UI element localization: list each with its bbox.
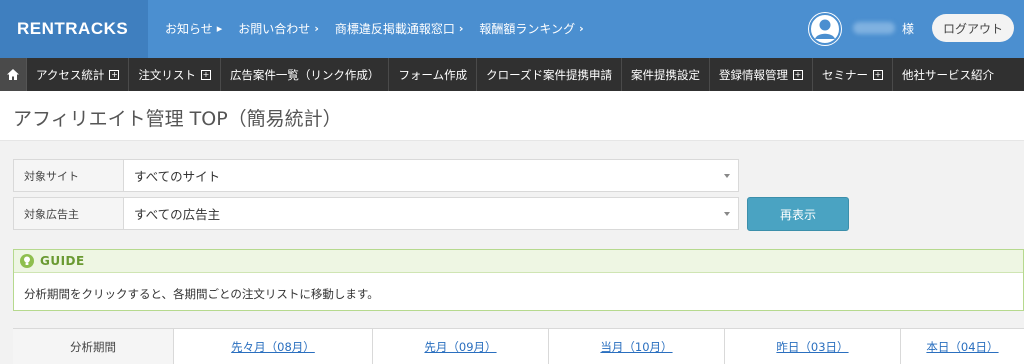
advertiser-select[interactable]: すべての広告主 — [123, 197, 739, 230]
page-title: アフィリエイト管理 TOP（簡易統計） — [13, 108, 342, 130]
period-cell: 昨日（03日） — [725, 329, 901, 364]
logo-area[interactable]: RENTRACKS — [0, 0, 148, 58]
nav-order-list[interactable]: 注文リスト + — [129, 58, 221, 91]
period-link-this-month[interactable]: 当月（10月） — [600, 339, 672, 355]
chevron-right-icon: › — [458, 22, 464, 35]
title-area: アフィリエイト管理 TOP（簡易統計） — [0, 91, 1024, 141]
header-link-contact[interactable]: お問い合わせ › — [238, 20, 319, 37]
filter-site-label: 対象サイト — [13, 159, 123, 192]
nav-access-stats[interactable]: アクセス統計 + — [27, 58, 130, 91]
redisplay-button[interactable]: 再表示 — [747, 197, 849, 231]
user-avatar-icon[interactable] — [808, 12, 842, 46]
chevron-right-icon: › — [579, 22, 584, 35]
site-select[interactable]: すべてのサイト — [123, 159, 739, 192]
logout-button[interactable]: ログアウト — [932, 14, 1014, 42]
nav-registration-info[interactable]: 登録情報管理 + — [710, 58, 814, 91]
period-link-two-months-ago[interactable]: 先々月（08月） — [231, 339, 315, 355]
nav-partnership-settings[interactable]: 案件提携設定 — [622, 58, 711, 91]
period-cell: 当月（10月） — [549, 329, 725, 364]
chevron-right-icon: › — [314, 22, 319, 35]
user-honorific: 様 — [902, 22, 915, 36]
header-link-trademark-report[interactable]: 商標違反掲載通報窓口 › — [335, 20, 464, 37]
user-name-redacted — [853, 22, 895, 34]
main-nav: アクセス統計 + 注文リスト + 広告案件一覧（リンク作成） フォーム作成 クローズ… — [0, 58, 1024, 91]
plus-icon: + — [109, 69, 120, 80]
period-cell: 本日（04日） — [901, 329, 1024, 364]
nav-form-create[interactable]: フォーム作成 — [389, 58, 478, 91]
dropdown-caret-icon — [724, 212, 730, 216]
period-link-today[interactable]: 本日（04日） — [926, 339, 998, 355]
guide-title: GUIDE — [40, 254, 85, 268]
guide-text: 分析期間をクリックすると、各期間ごとの注文リストに移動します。 — [24, 287, 379, 301]
period-link-last-month[interactable]: 先月（09月） — [424, 339, 496, 355]
nav-ad-list[interactable]: 広告案件一覧（リンク作成） — [221, 58, 390, 91]
home-icon[interactable] — [0, 58, 27, 91]
lightbulb-icon — [20, 254, 34, 268]
filter-advertiser-label: 対象広告主 — [13, 197, 123, 230]
nav-closed-apply[interactable]: クローズド案件提携申請 — [477, 58, 623, 91]
top-header: RENTRACKS お知らせ ▸ お問い合わせ › 商標違反掲載通報窓口 › 報… — [0, 0, 1024, 58]
header-link-ranking[interactable]: 報酬額ランキング › — [479, 20, 583, 37]
plus-icon: + — [873, 69, 884, 80]
guide-header: GUIDE — [14, 250, 1023, 273]
period-link-yesterday[interactable]: 昨日（03日） — [776, 339, 848, 355]
dropdown-caret-icon — [724, 174, 730, 178]
period-cell: 先々月（08月） — [174, 329, 373, 364]
guide-box: GUIDE 分析期間をクリックすると、各期間ごとの注文リストに移動します。 — [13, 249, 1024, 311]
filter-advertiser-row: 対象広告主 すべての広告主 — [13, 197, 739, 230]
period-header: 分析期間 — [13, 329, 174, 364]
filter-site-row: 対象サイト すべてのサイト — [13, 159, 739, 192]
header-links: お知らせ ▸ お問い合わせ › 商標違反掲載通報窓口 › 報酬額ランキング › — [165, 20, 584, 37]
header-link-news[interactable]: お知らせ ▸ — [165, 20, 222, 37]
nav-seminar[interactable]: セミナー + — [813, 58, 894, 91]
period-table-row: 分析期間 先々月（08月） 先月（09月） 当月（10月） 昨日（03日） 本日… — [13, 328, 1024, 364]
arrow-icon: ▸ — [216, 22, 223, 35]
logo: RENTRACKS — [17, 19, 129, 38]
nav-other-services[interactable]: 他社サービス紹介 — [893, 58, 1003, 91]
plus-icon: + — [793, 69, 804, 80]
plus-icon: + — [200, 69, 211, 80]
period-cell: 先月（09月） — [373, 329, 549, 364]
